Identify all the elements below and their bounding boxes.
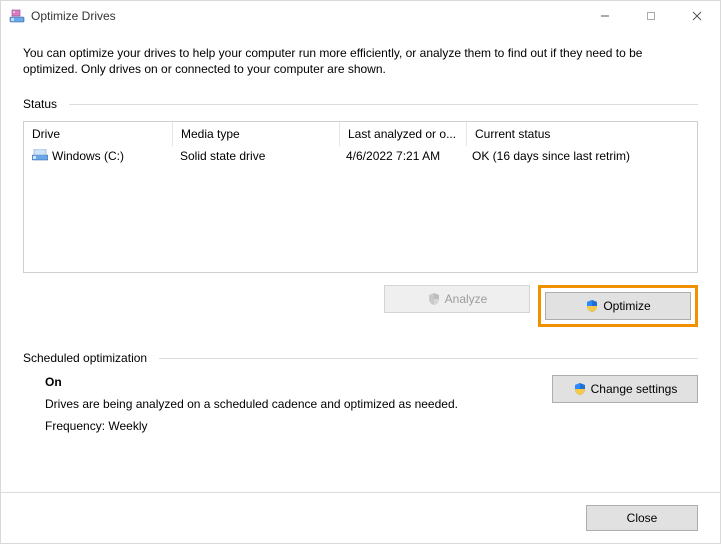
scheduled-body: On Drives are being analyzed on a schedu…	[23, 375, 698, 441]
shield-icon	[585, 299, 599, 313]
divider	[69, 104, 698, 105]
change-settings-label: Change settings	[591, 382, 678, 396]
minimize-button[interactable]	[582, 1, 628, 31]
scheduled-label: Scheduled optimization	[23, 351, 147, 365]
column-status[interactable]: Current status	[467, 122, 697, 146]
close-window-button[interactable]	[674, 1, 720, 31]
column-drive[interactable]: Drive	[24, 122, 173, 146]
column-media[interactable]: Media type	[173, 122, 340, 146]
shield-icon	[427, 292, 441, 306]
optimize-drives-window: Optimize Drives You can optimize your dr…	[0, 0, 721, 544]
scheduled-state: On	[45, 375, 552, 389]
scheduled-section-header: Scheduled optimization	[23, 351, 698, 365]
drive-cell-media: Solid state drive	[172, 149, 338, 163]
status-label: Status	[23, 97, 57, 111]
optimize-button[interactable]: Optimize	[545, 292, 691, 320]
shield-icon	[573, 382, 587, 396]
footer: Close	[1, 492, 720, 543]
close-label: Close	[627, 511, 658, 525]
drive-cell-status: OK (16 days since last retrim)	[464, 149, 697, 163]
scheduled-frequency: Frequency: Weekly	[45, 419, 552, 433]
drive-actions: Analyze Optimize	[23, 285, 698, 327]
drive-name-text: Windows (C:)	[52, 149, 124, 163]
window-title: Optimize Drives	[31, 9, 116, 23]
titlebar: Optimize Drives	[1, 1, 720, 31]
close-button[interactable]: Close	[586, 505, 698, 531]
scheduled-info: On Drives are being analyzed on a schedu…	[45, 375, 552, 441]
intro-text: You can optimize your drives to help you…	[23, 45, 683, 77]
app-icon	[9, 8, 25, 24]
analyze-label: Analyze	[445, 292, 488, 306]
client-area: You can optimize your drives to help you…	[1, 31, 720, 492]
status-section-header: Status	[23, 97, 698, 111]
optimize-label: Optimize	[603, 299, 650, 313]
drive-row[interactable]: Windows (C:) Solid state drive 4/6/2022 …	[24, 146, 697, 166]
change-settings-button[interactable]: Change settings	[552, 375, 698, 403]
column-last[interactable]: Last analyzed or o...	[340, 122, 467, 146]
optimize-highlight: Optimize	[538, 285, 698, 327]
maximize-button[interactable]	[628, 1, 674, 31]
drive-list[interactable]: Drive Media type Last analyzed or o... C…	[23, 121, 698, 273]
drive-cell-name: Windows (C:)	[24, 149, 172, 164]
drive-icon	[32, 149, 48, 164]
scheduled-desc: Drives are being analyzed on a scheduled…	[45, 397, 552, 411]
analyze-button: Analyze	[384, 285, 530, 313]
divider	[159, 358, 698, 359]
drive-cell-last: 4/6/2022 7:21 AM	[338, 149, 464, 163]
drive-list-header[interactable]: Drive Media type Last analyzed or o... C…	[24, 122, 697, 146]
